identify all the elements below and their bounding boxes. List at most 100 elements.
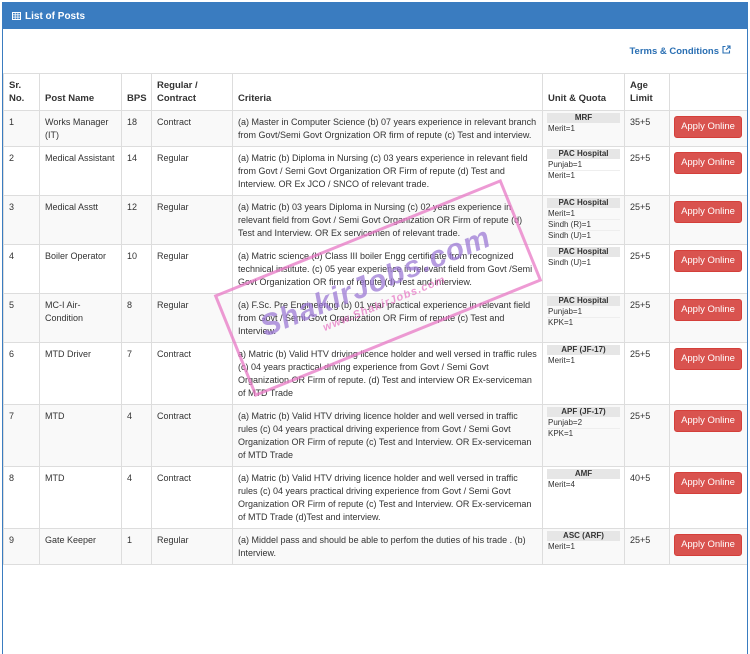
cell-action: Apply Online: [669, 293, 747, 343]
table-icon: [12, 12, 21, 20]
cell-regular-contract: Contract: [151, 466, 233, 529]
quota-line: KPK=1: [548, 429, 574, 438]
table-row: 6 MTD Driver 7 Contract a) Matric (b) Valid …: [3, 342, 747, 405]
unit-title: PAC Hospital: [547, 296, 620, 306]
cell-bps: 4: [121, 466, 152, 529]
cell-age-limit: 25+5: [624, 195, 670, 245]
apply-online-button[interactable]: Apply Online: [674, 152, 742, 174]
cell-unit-quota: PAC Hospital Merit=1 Sindh (R)=1 Sindh (U)=…: [542, 195, 625, 245]
apply-online-button[interactable]: Apply Online: [674, 201, 742, 223]
table-row: 9 Gate Keeper 1 Regular (a) Middel pass and …: [3, 528, 747, 565]
terms-row: Terms & Conditions: [3, 29, 747, 73]
apply-online-button[interactable]: Apply Online: [674, 299, 742, 321]
cell-unit-quota: AMF Merit=4: [542, 466, 625, 529]
quota-line: Punjab=1: [547, 160, 620, 171]
quota-line: Merit=4: [548, 480, 575, 489]
cell-criteria: (a) Matric (b) Valid HTV driving licence…: [232, 466, 543, 529]
cell-criteria: (a) Matric (b) Valid HTV driving licence…: [232, 404, 543, 467]
col-bps: BPS: [121, 73, 152, 111]
unit-title: APF (JF-17): [547, 407, 620, 417]
table-header-row: Sr. No. Post Name BPS Regular / Contract…: [3, 73, 747, 111]
cell-criteria: (a) F.Sc. Pre Engineering (b) 01 year pr…: [232, 293, 543, 343]
cell-regular-contract: Contract: [151, 404, 233, 467]
quota-line: KPK=1: [548, 318, 574, 327]
apply-online-button[interactable]: Apply Online: [674, 410, 742, 432]
cell-sr-no: 1: [3, 110, 40, 147]
cell-post-name: MTD: [39, 404, 122, 467]
col-action: [669, 73, 747, 111]
cell-age-limit: 25+5: [624, 342, 670, 405]
quota-line: Sindh (U)=1: [548, 231, 591, 240]
cell-age-limit: 40+5: [624, 466, 670, 529]
cell-action: Apply Online: [669, 244, 747, 294]
cell-post-name: MTD Driver: [39, 342, 122, 405]
unit-title: PAC Hospital: [547, 149, 620, 159]
cell-age-limit: 35+5: [624, 110, 670, 147]
cell-age-limit: 25+5: [624, 146, 670, 196]
quota-line: Merit=1: [548, 171, 575, 180]
cell-age-limit: 25+5: [624, 404, 670, 467]
cell-bps: 7: [121, 342, 152, 405]
cell-unit-quota: PAC Hospital Punjab=1 KPK=1: [542, 293, 625, 343]
cell-post-name: Works Manager (IT): [39, 110, 122, 147]
cell-criteria: (a) Middel pass and should be able to pe…: [232, 528, 543, 565]
external-link-icon: [722, 45, 731, 57]
cell-post-name: MTD: [39, 466, 122, 529]
cell-bps: 8: [121, 293, 152, 343]
apply-online-button[interactable]: Apply Online: [674, 472, 742, 494]
cell-unit-quota: APF (JF-17) Punjab=2 KPK=1: [542, 404, 625, 467]
table-row: 3 Medical Asstt 12 Regular (a) Matric (b) 03…: [3, 195, 747, 245]
apply-online-button[interactable]: Apply Online: [674, 250, 742, 272]
col-unit-quota: Unit & Quota: [542, 73, 625, 111]
cell-sr-no: 7: [3, 404, 40, 467]
cell-unit-quota: APF (JF-17) Merit=1: [542, 342, 625, 405]
cell-regular-contract: Regular: [151, 244, 233, 294]
cell-regular-contract: Regular: [151, 195, 233, 245]
cell-action: Apply Online: [669, 528, 747, 565]
quota-line: Merit=1: [548, 124, 575, 133]
col-sr-no: Sr. No.: [3, 73, 40, 111]
cell-regular-contract: Contract: [151, 110, 233, 147]
unit-title: PAC Hospital: [547, 198, 620, 208]
posts-table: Sr. No. Post Name BPS Regular / Contract…: [3, 73, 747, 565]
cell-regular-contract: Regular: [151, 528, 233, 565]
unit-title: MRF: [547, 113, 620, 123]
quota-line: Punjab=1: [547, 307, 620, 318]
quota-line: Merit=1: [547, 209, 620, 220]
panel-title: List of Posts: [25, 10, 86, 22]
cell-sr-no: 2: [3, 146, 40, 196]
panel-heading: List of Posts: [3, 3, 747, 29]
quota-line: Sindh (R)=1: [547, 220, 620, 231]
cell-regular-contract: Contract: [151, 342, 233, 405]
cell-criteria: (a) Matric (b) Diploma in Nursing (c) 03…: [232, 146, 543, 196]
table-row: 5 MC-I Air-Condition 8 Regular (a) F.Sc. Pre…: [3, 293, 747, 343]
table-row: 7 MTD 4 Contract (a) Matric (b) Valid HTV dr…: [3, 404, 747, 467]
quota-line: Merit=1: [548, 542, 575, 551]
cell-regular-contract: Regular: [151, 146, 233, 196]
cell-action: Apply Online: [669, 110, 747, 147]
terms-conditions-link[interactable]: Terms & Conditions: [629, 45, 731, 57]
cell-sr-no: 5: [3, 293, 40, 343]
cell-post-name: Medical Assistant: [39, 146, 122, 196]
cell-sr-no: 4: [3, 244, 40, 294]
apply-online-button[interactable]: Apply Online: [674, 534, 742, 556]
cell-sr-no: 8: [3, 466, 40, 529]
cell-action: Apply Online: [669, 195, 747, 245]
cell-unit-quota: PAC Hospital Punjab=1 Merit=1: [542, 146, 625, 196]
quota-line: Merit=1: [548, 356, 575, 365]
cell-bps: 18: [121, 110, 152, 147]
col-age-limit: Age Limit: [624, 73, 670, 111]
cell-action: Apply Online: [669, 146, 747, 196]
unit-title: AMF: [547, 469, 620, 479]
cell-criteria: (a) Matric (b) 03 years Diploma in Nursi…: [232, 195, 543, 245]
unit-title: APF (JF-17): [547, 345, 620, 355]
cell-post-name: Gate Keeper: [39, 528, 122, 565]
apply-online-button[interactable]: Apply Online: [674, 116, 742, 138]
terms-conditions-label: Terms & Conditions: [629, 45, 719, 57]
cell-sr-no: 3: [3, 195, 40, 245]
cell-post-name: Boiler Operator: [39, 244, 122, 294]
table-row: 8 MTD 4 Contract (a) Matric (b) Valid HTV dr…: [3, 466, 747, 529]
unit-title: ASC (ARF): [547, 531, 620, 541]
cell-regular-contract: Regular: [151, 293, 233, 343]
apply-online-button[interactable]: Apply Online: [674, 348, 742, 370]
